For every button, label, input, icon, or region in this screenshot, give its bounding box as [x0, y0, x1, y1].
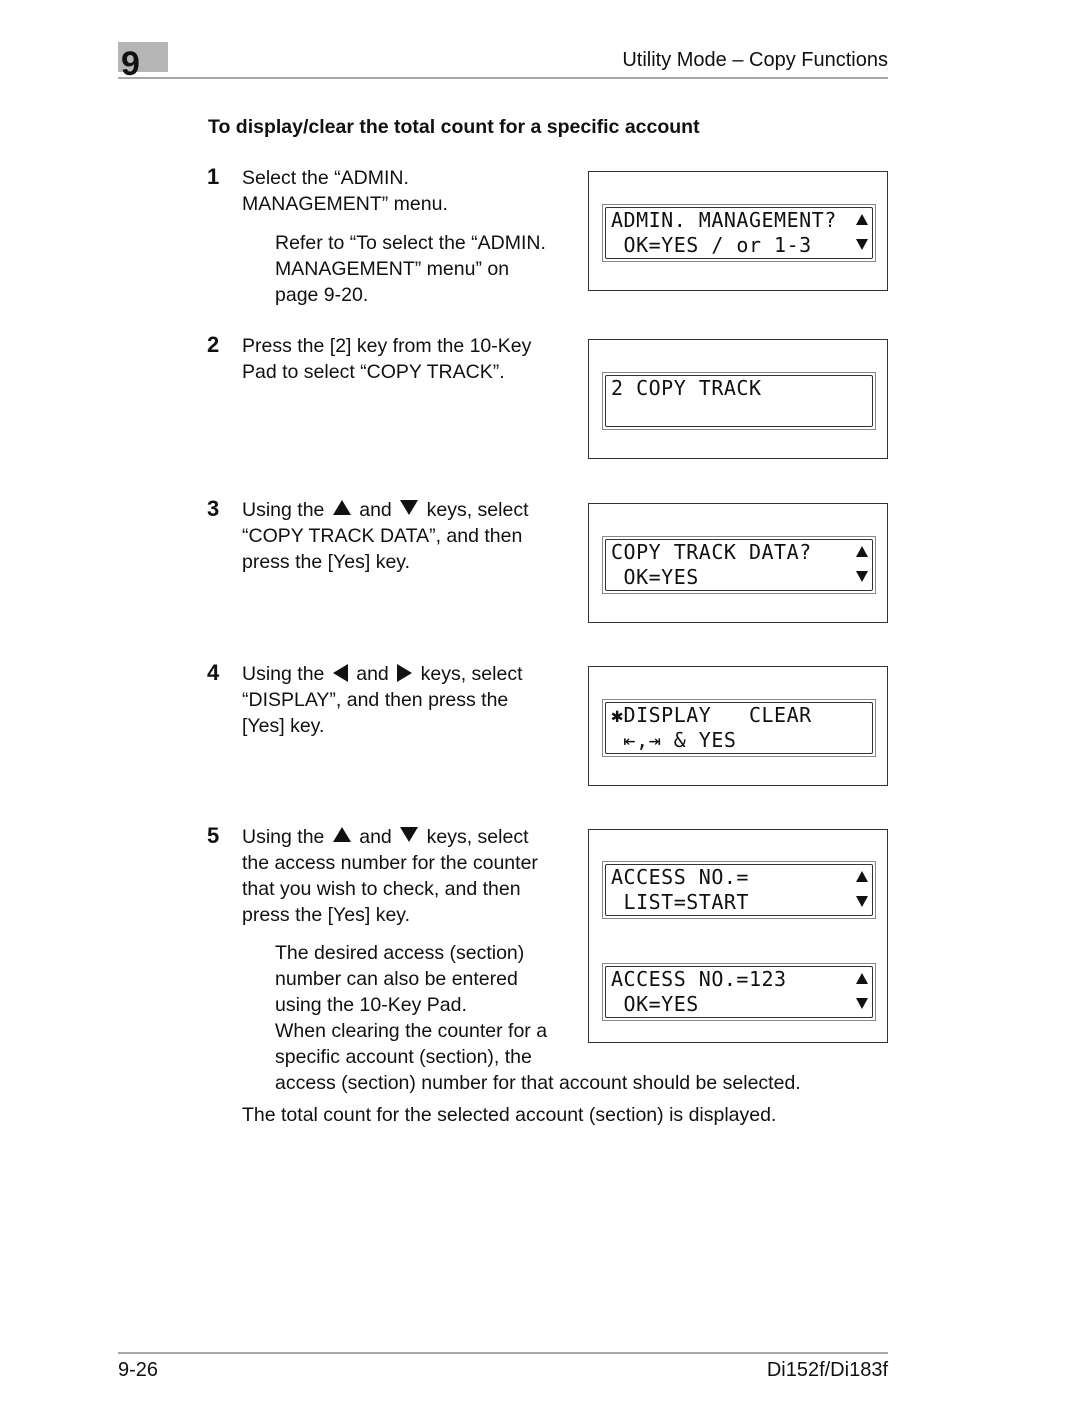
scroll-up-icon: [856, 214, 868, 225]
text-fragment: keys, select: [420, 663, 523, 685]
text-line: [Yes] key.: [242, 715, 325, 737]
down-arrow-key-icon: [400, 827, 419, 842]
text-fragment: Using the: [242, 663, 325, 685]
right-arrow-key-icon: [397, 664, 413, 682]
running-header-title: Utility Mode – Copy Functions: [622, 49, 888, 71]
up-arrow-key-icon: [332, 827, 351, 842]
step-number: 1: [207, 164, 220, 189]
scroll-down-icon: [856, 571, 868, 582]
lcd-line-1: ACCESS NO.=: [611, 865, 749, 889]
lcd-panel-step-4: ✱DISPLAY CLEAR ⇤,⇥ & YES: [588, 666, 888, 786]
text-line: specific account (section), the: [275, 1046, 532, 1068]
text-line: Using the and keys, select: [242, 661, 577, 687]
text-fragment: and: [359, 826, 392, 848]
text-line: MANAGEMENT” menu.: [242, 193, 448, 215]
result-text: The total count for the selected account…: [242, 1104, 777, 1126]
lcd-line-1: ADMIN. MANAGEMENT?: [611, 208, 837, 232]
lcd-display: ADMIN. MANAGEMENT? OK=YES / or 1-3: [602, 204, 876, 262]
text-line: press the [Yes] key.: [242, 551, 411, 573]
text-line: page 9-20.: [275, 284, 369, 306]
text-fragment: Using the: [242, 499, 325, 521]
lcd-line-1: ✱DISPLAY CLEAR: [611, 703, 812, 727]
scroll-down-icon: [856, 239, 868, 250]
lcd-line-2: LIST=START: [611, 890, 749, 914]
step-number: 3: [207, 496, 220, 521]
text-fragment: keys, select: [426, 826, 529, 848]
lcd-panel-step-5: ACCESS NO.= LIST=START ACCESS NO.=123 OK…: [588, 829, 888, 1043]
left-arrow-key-icon: [332, 664, 348, 682]
text-fragment: keys, select: [426, 499, 529, 521]
text-line: Pad to select “COPY TRACK”.: [242, 361, 505, 383]
text-line: Using the and keys, select: [242, 824, 577, 850]
text-line: press the [Yes] key.: [242, 904, 411, 926]
lcd-line-2: OK=YES: [611, 992, 699, 1016]
scroll-up-icon: [856, 546, 868, 557]
text-line: the access number for the counter: [242, 852, 538, 874]
lcd-panel-step-1: ADMIN. MANAGEMENT? OK=YES / or 1-3: [588, 171, 888, 291]
step-4-text: Using the and keys, select “DISPLAY”, an…: [242, 661, 577, 739]
lcd-display: ✱DISPLAY CLEAR ⇤,⇥ & YES: [602, 699, 876, 757]
text-line: Using the and keys, select: [242, 497, 577, 523]
lcd-line-2: OK=YES: [611, 565, 699, 589]
text-line: Refer to “To select the “ADMIN.: [275, 232, 546, 254]
lcd-display: 2 COPY TRACK: [602, 372, 876, 430]
up-arrow-key-icon: [332, 500, 351, 515]
down-arrow-key-icon: [400, 500, 419, 515]
scroll-up-icon: [856, 871, 868, 882]
step-5-text: Using the and keys, select the access nu…: [242, 824, 577, 928]
model-name: Di152f/Di183f: [766, 1359, 888, 1381]
text-line: MANAGEMENT” menu” on: [275, 258, 510, 280]
step-number: 4: [207, 660, 220, 685]
step-number: 2: [207, 332, 220, 357]
scroll-up-icon: [856, 973, 868, 984]
text-line: “COPY TRACK DATA”, and then: [242, 525, 523, 547]
text-fragment: Using the: [242, 826, 325, 848]
lcd-display: ACCESS NO.=123 OK=YES: [602, 963, 876, 1021]
lcd-line-2: ⇤,⇥ & YES: [611, 728, 737, 752]
scroll-down-icon: [856, 896, 868, 907]
header-divider: [118, 77, 888, 79]
scroll-down-icon: [856, 998, 868, 1009]
step-number: 5: [207, 823, 220, 848]
section-title: To display/clear the total count for a s…: [208, 116, 700, 138]
lcd-line-2: OK=YES / or 1-3: [611, 233, 812, 257]
text-fragment: and: [359, 499, 392, 521]
text-line: that you wish to check, and then: [242, 878, 521, 900]
footer-divider: [118, 1352, 888, 1354]
step-2-text: Press the [2] key from the 10-Key Pad to…: [242, 333, 577, 385]
lcd-line-1: ACCESS NO.=123: [611, 967, 787, 991]
lcd-line-1: COPY TRACK DATA?: [611, 540, 812, 564]
lcd-line-1: 2 COPY TRACK: [611, 376, 762, 400]
step-3-text: Using the and keys, select “COPY TRACK D…: [242, 497, 577, 575]
lcd-panel-step-2: 2 COPY TRACK: [588, 339, 888, 459]
text-line: Press the [2] key from the 10-Key: [242, 335, 532, 357]
text-fragment: and: [356, 663, 389, 685]
lcd-display: COPY TRACK DATA? OK=YES: [602, 536, 876, 594]
step-1-text: Select the “ADMIN. MANAGEMENT” menu.: [242, 165, 577, 217]
lcd-panel-step-3: COPY TRACK DATA? OK=YES: [588, 503, 888, 623]
text-line: access (section) number for that account…: [275, 1072, 801, 1094]
step-1-note: Refer to “To select the “ADMIN. MANAGEME…: [275, 230, 580, 308]
page-number: 9-26: [118, 1359, 159, 1381]
text-line: Select the “ADMIN.: [242, 167, 409, 189]
lcd-display: ACCESS NO.= LIST=START: [602, 861, 876, 919]
text-line: “DISPLAY”, and then press the: [242, 689, 509, 711]
